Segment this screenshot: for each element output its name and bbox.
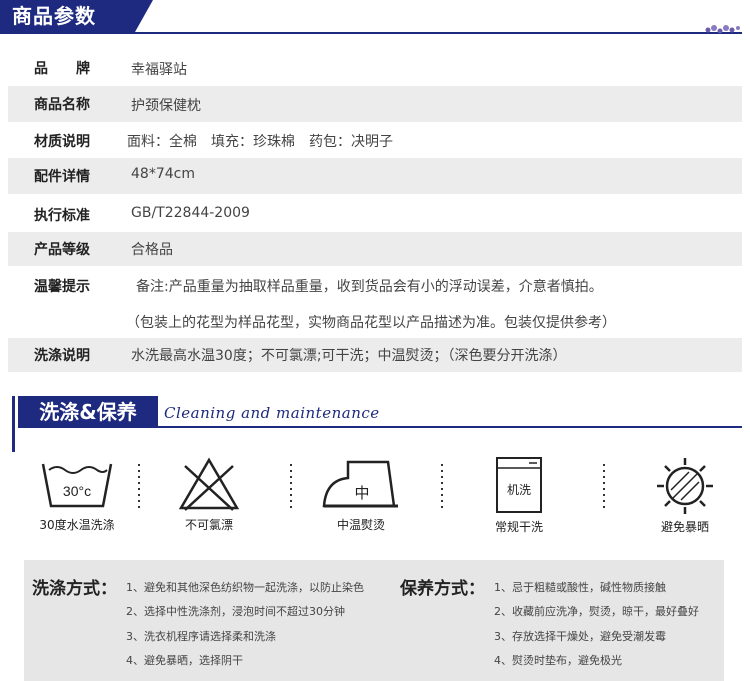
spec-label: 商品名称	[34, 97, 90, 113]
iron-medium-icon: 中	[322, 460, 398, 508]
care-section-header: 洗涤&保养 Cleaning and maintenance	[12, 396, 742, 452]
spec-value: 备注:产品重量为抽取样品重量，收到货品会有小的浮动误差，介意者慎拍。	[136, 279, 603, 295]
spec-value: 合格品	[131, 242, 173, 258]
section-subtitle: Cleaning and maintenance	[164, 404, 380, 422]
care-item: 1、忌于粗糙或酸性，碱性物质接触	[494, 581, 666, 594]
care-caption: 30度水温洗涤	[39, 518, 115, 532]
spec-label: 材质说明	[34, 134, 90, 150]
spec-row: 产品等级 合格品	[8, 232, 742, 266]
wash-item: 4、避免暴晒，选择阴干	[126, 654, 243, 667]
spec-value: 护颈保健枕	[131, 98, 201, 114]
spec-row: 温馨提示 备注:产品重量为抽取样品重量，收到货品会有小的浮动误差，介意者慎拍。 …	[8, 266, 742, 338]
spec-value: GB/T22844-2009	[131, 205, 250, 221]
care-item: 2、收藏前应洗净，熨烫，晾干，最好叠好	[494, 605, 699, 618]
divider	[441, 464, 443, 512]
spec-value: 面料：全棉 填充：珍珠棉 药包：决明子	[127, 134, 393, 150]
spec-label: 洗涤说明	[34, 348, 90, 364]
machine-label-text: 机洗	[507, 483, 531, 497]
care-method-title: 保养方式：	[400, 579, 485, 599]
spec-row: 材质说明 面料：全棉 填充：珍珠棉 药包：决明子	[8, 122, 742, 158]
wash-method-title: 洗涤方式：	[32, 579, 117, 599]
care-item: 4、熨烫时垫布，避免极光	[494, 654, 622, 667]
care-item: 30°c 30度水温洗涤	[22, 456, 132, 533]
header: 商品参数	[0, 0, 750, 34]
divider	[603, 464, 605, 512]
spec-value-note: （包装上的花型为样品花型，实物商品花型以产品描述为准。包装仅提供参考）	[126, 315, 616, 331]
spec-row: 品 牌 幸福驿站	[8, 50, 742, 86]
section-title-care: 洗涤&保养	[18, 396, 158, 428]
care-item: 3、存放选择干燥处，避免受潮发霉	[494, 630, 666, 643]
care-caption: 常规干洗	[494, 520, 543, 534]
section-accent-bar	[12, 396, 15, 452]
wash-item: 1、避免和其他深色纺织物一起洗涤，以防止染色	[126, 581, 364, 594]
wash-30-icon: 30°c	[41, 463, 113, 508]
iron-level-text: 中	[354, 484, 369, 502]
divider	[138, 464, 140, 512]
care-instructions-panel: 洗涤方式： 1、避免和其他深色纺织物一起洗涤，以防止染色 2、选择中性洗涤剂，浸…	[24, 560, 724, 681]
floral-ornament-icon	[705, 25, 740, 34]
avoid-sun-icon	[657, 458, 713, 514]
spec-label: 配件详情	[34, 169, 90, 185]
wash-item: 3、洗衣机程序请选择柔和洗涤	[126, 630, 276, 643]
care-item: 中 中温熨烫	[306, 456, 416, 533]
spec-label: 品 牌	[34, 61, 90, 77]
spec-row: 商品名称 护颈保健枕	[8, 86, 742, 122]
care-caption: 避免暴晒	[660, 520, 709, 534]
spec-label: 产品等级	[34, 242, 90, 258]
machine-dry-icon: 机洗	[496, 457, 542, 513]
spec-table: 品 牌 幸福驿站 商品名称 护颈保健枕 材质说明 面料：全棉 填充：珍珠棉 药包…	[8, 50, 742, 372]
spec-row: 执行标准 GB/T22844-2009	[8, 194, 742, 232]
section-title-params: 商品参数	[0, 0, 153, 32]
care-caption: 不可氯漂	[184, 518, 233, 532]
spec-label: 温馨提示	[34, 279, 90, 295]
no-bleach-icon	[178, 457, 240, 511]
divider	[290, 464, 292, 512]
header-rule	[0, 32, 742, 34]
care-icons: 30°c 30度水温洗涤 不可氯漂 中 中温熨烫 机洗 常规干洗 避免暴晒	[0, 456, 750, 548]
spec-value: 48*74cm	[131, 166, 195, 182]
care-caption: 中温熨烫	[336, 518, 385, 532]
spec-value: 水洗最高水温30度；不可氯漂;可干洗；中温熨烫；（深色要分开洗涤）	[131, 348, 567, 364]
wash-item: 2、选择中性洗涤剂，浸泡时间不超过30分钟	[126, 605, 345, 618]
spec-label: 执行标准	[34, 208, 90, 224]
spec-row: 洗涤说明 水洗最高水温30度；不可氯漂;可干洗；中温熨烫；（深色要分开洗涤）	[8, 338, 742, 372]
care-item: 避免暴晒	[630, 456, 740, 535]
wash-temp-text: 30°c	[63, 483, 91, 499]
care-item: 不可氯漂	[154, 456, 264, 533]
care-item: 机洗 常规干洗	[464, 456, 574, 535]
section-rule	[158, 426, 742, 428]
spec-row: 配件详情 48*74cm	[8, 158, 742, 194]
spec-value: 幸福驿站	[131, 62, 187, 78]
